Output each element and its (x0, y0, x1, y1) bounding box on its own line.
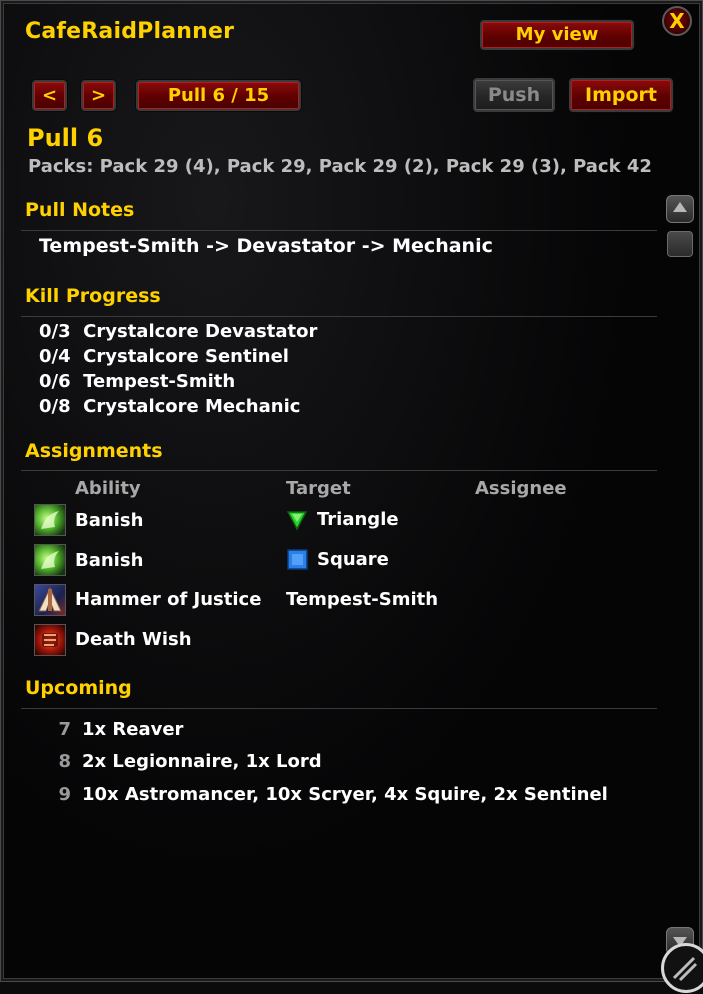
kill-progress-item: 0/8 Crystalcore Mechanic (39, 396, 300, 417)
kill-progress-divider (21, 316, 657, 317)
assignments-divider (21, 470, 657, 471)
upcoming-pull-number: 7 (58, 719, 71, 740)
upcoming-pull-text: 2x Legionnaire, 1x Lord (82, 751, 322, 772)
upcoming-divider (21, 708, 657, 709)
kill-count: 0/4 (39, 346, 71, 367)
kill-count: 0/6 (39, 371, 71, 392)
window-title: CafeRaidPlanner (25, 19, 235, 44)
assignment-ability: Banish (75, 510, 144, 531)
pull-notes-divider (21, 230, 657, 231)
import-button[interactable]: Import (569, 78, 673, 112)
triangle-marker-icon (286, 509, 308, 531)
arrow-up-icon (673, 202, 687, 212)
pull-notes-text: Tempest-Smith -> Devastator -> Mechanic (39, 235, 493, 257)
kill-progress-heading: Kill Progress (25, 285, 161, 307)
kill-progress-item: 0/4 Crystalcore Sentinel (39, 346, 289, 367)
target-column-header: Target (286, 478, 351, 499)
mob-name: Crystalcore Mechanic (83, 396, 301, 417)
assignment-target: Triangle (317, 509, 399, 530)
mob-name: Crystalcore Sentinel (83, 346, 289, 367)
assignments-heading: Assignments (25, 440, 163, 462)
assignment-ability: Death Wish (75, 629, 192, 650)
mob-name: Crystalcore Devastator (83, 321, 318, 342)
ability-column-header: Ability (75, 478, 141, 499)
resize-icon (672, 956, 698, 982)
pull-notes-heading: Pull Notes (25, 199, 135, 221)
assignment-ability: Banish (75, 550, 144, 571)
assignment-target: Square (317, 549, 389, 570)
upcoming-pull-number: 9 (58, 784, 71, 805)
scroll-up-button[interactable] (666, 195, 694, 223)
assignment-target: Tempest-Smith (286, 589, 439, 610)
upcoming-pull-number: 8 (58, 751, 71, 772)
assignee-column-header: Assignee (475, 478, 567, 499)
kill-count: 0/8 (39, 396, 71, 417)
upcoming-pull-text: 10x Astromancer, 10x Scryer, 4x Squire, … (82, 784, 608, 805)
upcoming-pull-text: 1x Reaver (82, 719, 184, 740)
previous-pull-button[interactable]: < (32, 80, 67, 111)
square-marker-icon (287, 549, 308, 570)
my-view-button[interactable]: My view (480, 20, 634, 50)
death-wish-icon[interactable] (34, 624, 66, 656)
resize-grip[interactable] (661, 943, 703, 993)
raid-planner-window: CafeRaidPlanner X My view < > Pull 6 / 1… (0, 0, 703, 993)
pull-indicator-button[interactable]: Pull 6 / 15 (136, 80, 301, 111)
banish-icon[interactable] (34, 544, 66, 576)
scroll-thumb[interactable] (667, 231, 693, 257)
pull-title: Pull 6 (27, 124, 104, 152)
close-icon: X (669, 9, 685, 33)
vertical-scrollbar[interactable] (665, 193, 695, 955)
kill-count: 0/3 (39, 321, 71, 342)
packs-summary: Packs: Pack 29 (4), Pack 29, Pack 29 (2)… (28, 156, 652, 177)
close-button[interactable]: X (662, 6, 692, 36)
mob-name: Tempest-Smith (83, 371, 236, 392)
kill-progress-item: 0/6 Tempest-Smith (39, 371, 235, 392)
assignment-ability: Hammer of Justice (75, 589, 262, 610)
next-pull-button[interactable]: > (81, 80, 116, 111)
banish-icon[interactable] (34, 504, 66, 536)
push-button[interactable]: Push (473, 78, 555, 112)
hammer-of-justice-icon[interactable] (34, 584, 66, 616)
kill-progress-item: 0/3 Crystalcore Devastator (39, 321, 317, 342)
upcoming-heading: Upcoming (25, 677, 132, 699)
